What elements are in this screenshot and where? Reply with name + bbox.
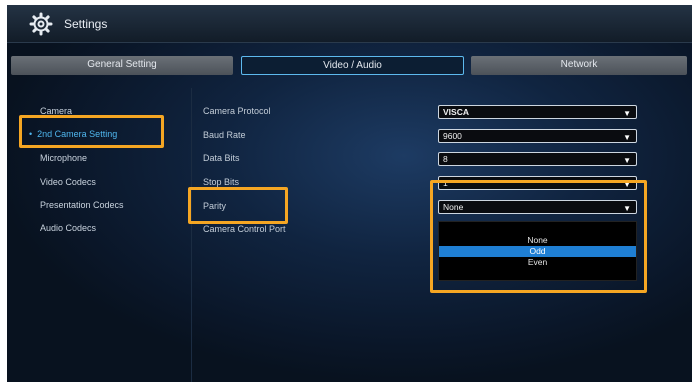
stop-bits-select[interactable]: 1 ▼ — [438, 176, 637, 190]
parity-label: Parity — [203, 201, 227, 211]
triangle-down-icon: ▼ — [623, 156, 631, 165]
sidebar-item-2nd-camera-setting[interactable]: 2nd Camera Setting — [29, 129, 117, 139]
tab-network[interactable]: Network — [471, 56, 687, 75]
camera-control-port-label: Camera Control Port — [203, 224, 286, 234]
triangle-down-icon: ▼ — [623, 180, 631, 189]
camera-protocol-select[interactable]: VISCA ▼ — [438, 105, 637, 119]
stop-bits-label: Stop Bits — [203, 177, 240, 187]
title-bar: Settings — [7, 5, 692, 43]
camera-protocol-value: VISCA — [443, 107, 469, 117]
data-bits-label: Data Bits — [203, 153, 240, 163]
gear-icon — [29, 12, 53, 36]
parity-option-none[interactable]: None — [439, 235, 636, 246]
parity-option-odd[interactable]: Odd — [439, 246, 636, 257]
baud-rate-value: 9600 — [443, 131, 462, 141]
sidebar-item-microphone[interactable]: Microphone — [40, 153, 87, 163]
baud-rate-label: Baud Rate — [203, 130, 246, 140]
sidebar-item-audio-codecs[interactable]: Audio Codecs — [40, 223, 96, 233]
triangle-down-icon: ▼ — [623, 133, 631, 142]
data-bits-value: 8 — [443, 154, 448, 164]
parity-select[interactable]: None ▼ — [438, 200, 637, 214]
stop-bits-value: 1 — [443, 178, 448, 188]
sidebar-item-camera[interactable]: Camera — [40, 106, 72, 116]
triangle-down-icon: ▼ — [623, 204, 631, 213]
sidebar-divider — [191, 88, 192, 382]
baud-rate-select[interactable]: 9600 ▼ — [438, 129, 637, 143]
parity-dropdown-list: None Odd Even — [438, 221, 637, 281]
tab-video-audio[interactable]: Video / Audio — [241, 56, 464, 75]
triangle-down-icon: ▼ — [623, 109, 631, 118]
settings-window: Settings General Setting Video / Audio N… — [7, 5, 692, 382]
tab-general-setting[interactable]: General Setting — [11, 56, 233, 75]
parity-value: None — [443, 202, 464, 212]
sidebar-item-presentation-codecs[interactable]: Presentation Codecs — [40, 200, 124, 210]
parity-option-even[interactable]: Even — [439, 257, 636, 268]
camera-protocol-label: Camera Protocol — [203, 106, 271, 116]
data-bits-select[interactable]: 8 ▼ — [438, 152, 637, 166]
sidebar-item-video-codecs[interactable]: Video Codecs — [40, 177, 96, 187]
window-title: Settings — [64, 17, 108, 31]
